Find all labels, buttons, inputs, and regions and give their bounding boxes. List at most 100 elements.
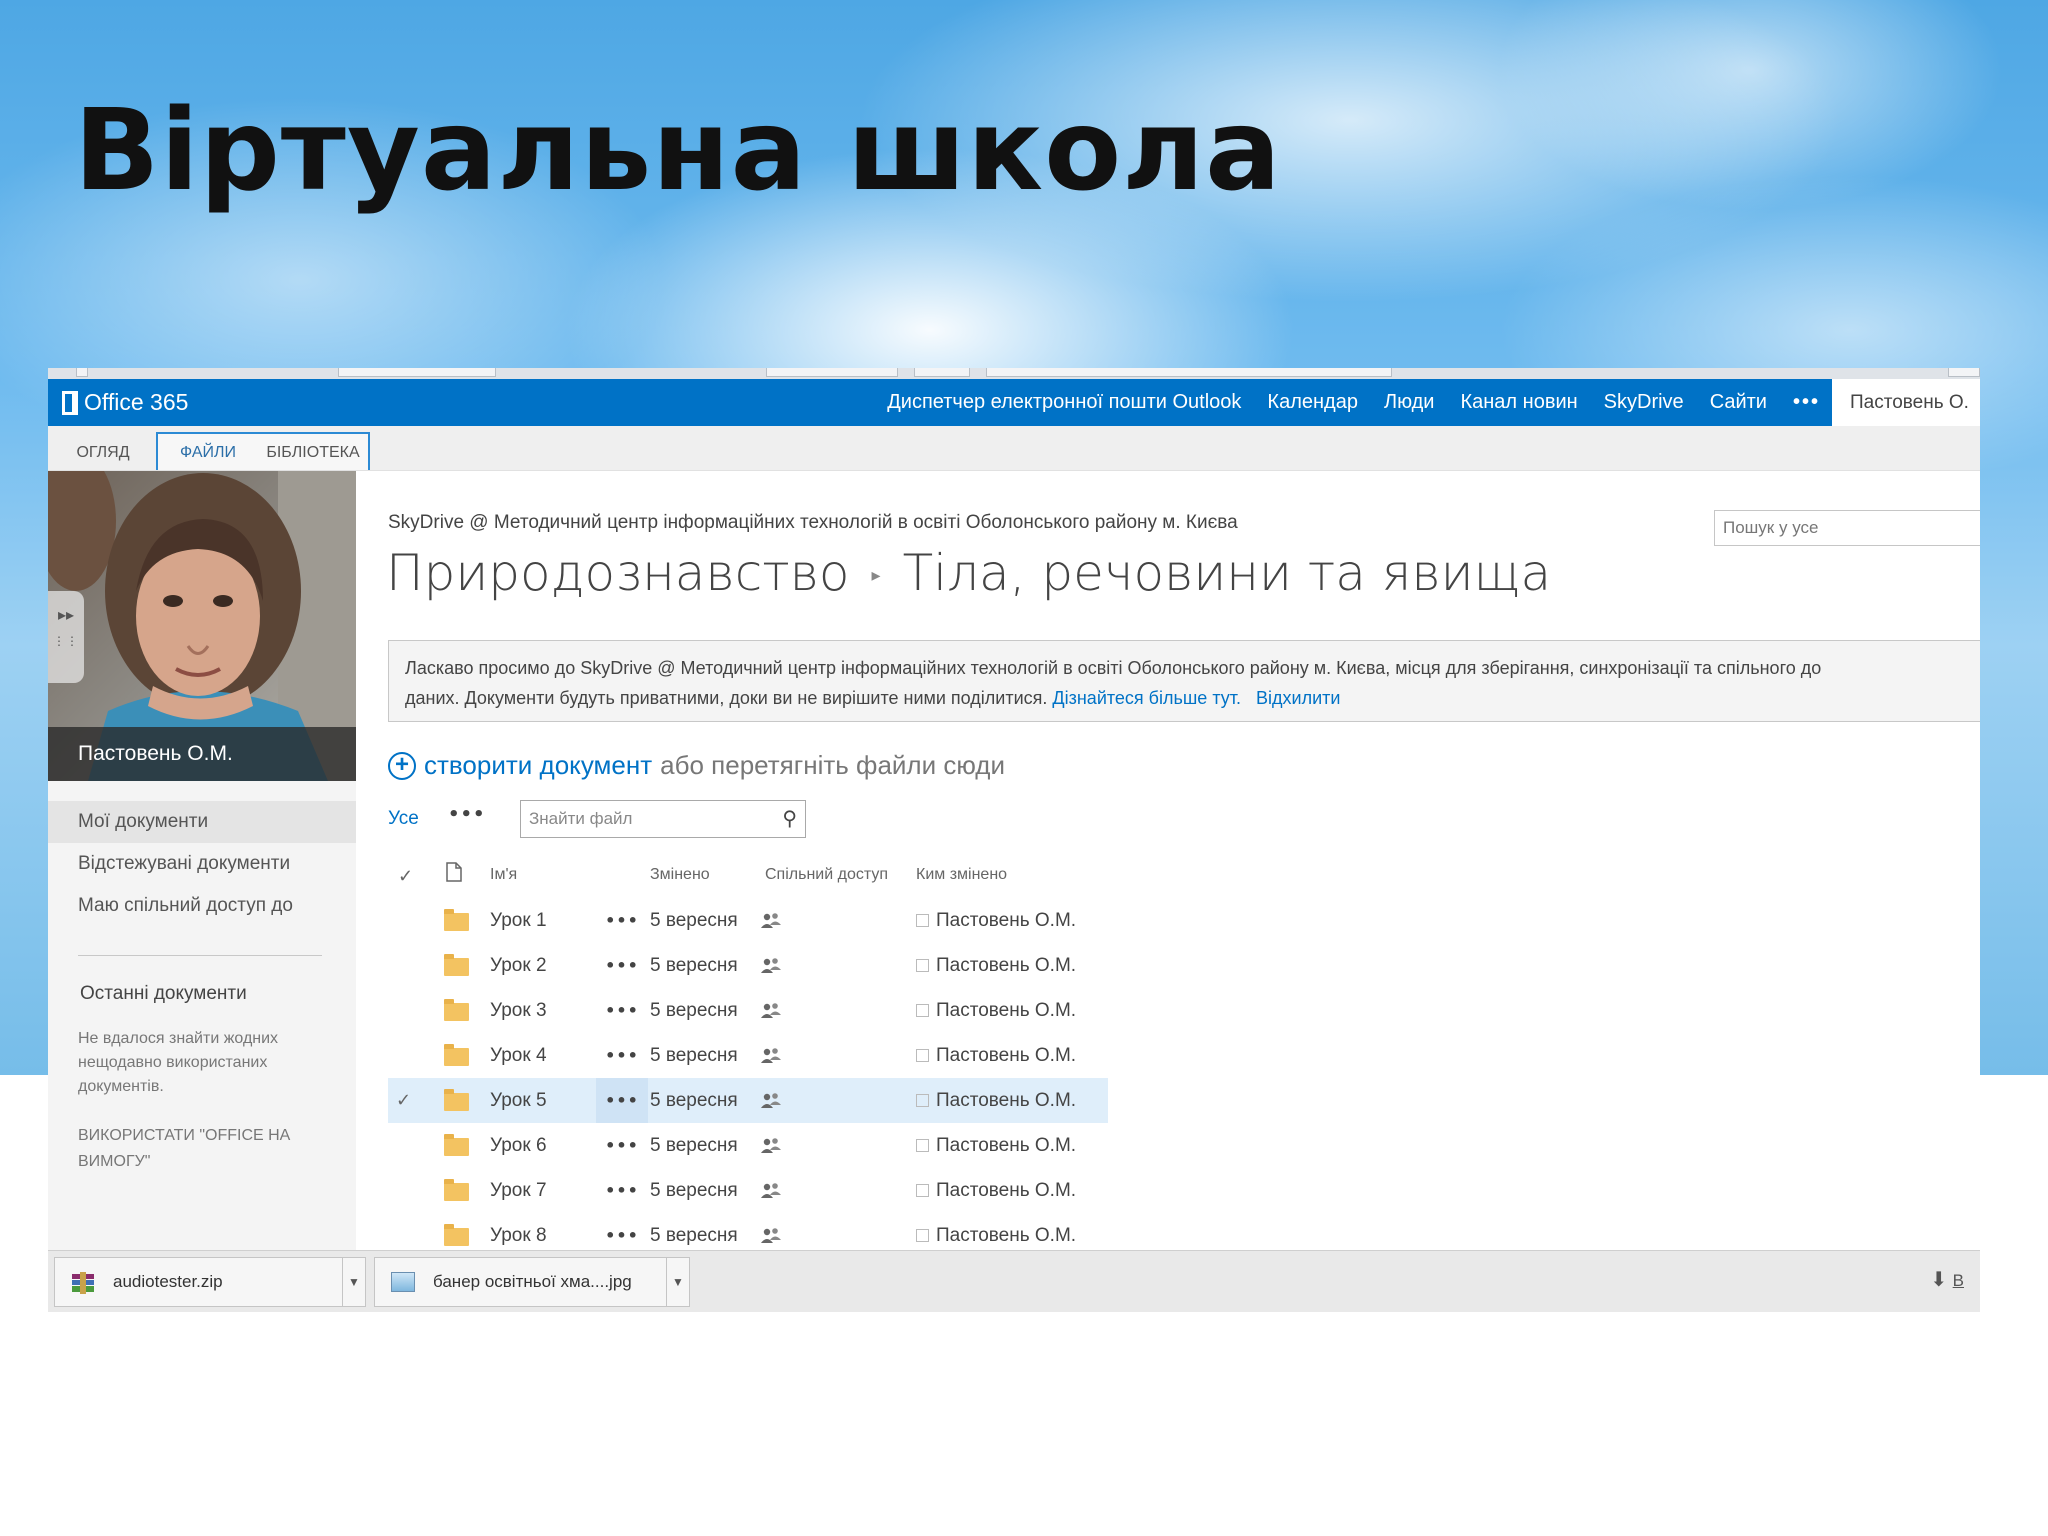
presence-checkbox[interactable] <box>916 1229 929 1242</box>
plus-circle-icon[interactable]: + <box>388 751 416 780</box>
browser-field[interactable] <box>766 368 898 377</box>
tab-library[interactable]: БІБЛІОТЕКА <box>258 436 368 470</box>
presence-checkbox[interactable] <box>916 1094 929 1107</box>
more-options-icon[interactable]: ••• <box>596 988 648 1033</box>
file-name[interactable]: Урок 5 <box>490 1078 547 1123</box>
left-pane: ▸▸ ⋮⋮ Пастовень О.М. Мої документи Відст… <box>48 471 356 1250</box>
download-item[interactable]: audiotester.zip ▼ <box>54 1257 366 1307</box>
user-name: Пастовень О.М. <box>48 727 356 781</box>
more-options-icon[interactable]: ••• <box>596 1123 648 1168</box>
view-all[interactable]: Усе <box>388 808 419 830</box>
recent-documents-empty: Не вдалося знайти жодних нещодавно викор… <box>78 1030 279 1095</box>
modified-by[interactable]: Пастовень О.М. <box>936 1078 1076 1123</box>
tab-browse[interactable]: ОГЛЯД <box>68 436 138 470</box>
browser-button[interactable] <box>76 368 88 377</box>
modified-date: 5 вересня <box>650 1135 738 1156</box>
file-name[interactable]: Урок 6 <box>490 1123 547 1168</box>
col-modified[interactable]: Змінено <box>650 866 710 884</box>
learn-more-link[interactable]: Дізнайтеся більше тут. <box>1052 688 1241 708</box>
table-row[interactable]: Урок 7 ••• 5 вересня Пастовень О.М. <box>388 1168 1108 1213</box>
office365-logo[interactable]: Office 365 <box>62 389 188 416</box>
modified-by[interactable]: Пастовень О.М. <box>936 1033 1076 1078</box>
presence-checkbox[interactable] <box>916 959 929 972</box>
file-name[interactable]: Урок 4 <box>490 1033 547 1078</box>
suite-more-icon[interactable]: ••• <box>1793 391 1820 414</box>
dismiss-link[interactable]: Відхилити <box>1256 688 1340 708</box>
people-icon[interactable] <box>760 988 782 1033</box>
office-logo-icon <box>62 390 78 415</box>
double-chevron-right-icon: ▸▸ <box>57 605 75 624</box>
presence-checkbox[interactable] <box>916 1184 929 1197</box>
table-row[interactable]: Урок 3 ••• 5 вересня Пастовень О.М. <box>388 988 1108 1033</box>
modified-date: 5 вересня <box>650 1090 738 1111</box>
presence-checkbox[interactable] <box>916 1004 929 1017</box>
suite-link-skydrive[interactable]: SkyDrive <box>1604 391 1684 414</box>
modified-by[interactable]: Пастовень О.М. <box>936 1168 1076 1213</box>
show-all-downloads[interactable]: ⬇ В <box>1930 1267 1964 1292</box>
more-options-icon[interactable]: ••• <box>596 1033 648 1078</box>
people-icon[interactable] <box>760 1123 782 1168</box>
file-name[interactable]: Урок 7 <box>490 1168 547 1213</box>
more-options-icon[interactable]: ••• <box>596 1078 648 1123</box>
table-row[interactable]: Урок 1 ••• 5 вересня Пастовень О.М. <box>388 898 1108 943</box>
breadcrumb-parent[interactable]: Природознавство <box>386 544 850 602</box>
people-icon[interactable] <box>760 1078 782 1123</box>
more-options-icon[interactable]: ••• <box>596 1168 648 1213</box>
suite-link-people[interactable]: Люди <box>1384 391 1435 414</box>
nav-followed-documents[interactable]: Відстежувані документи <box>48 843 356 885</box>
chevron-down-icon[interactable]: ▼ <box>342 1258 365 1306</box>
presence-checkbox[interactable] <box>916 1049 929 1062</box>
suite-link-calendar[interactable]: Календар <box>1267 391 1358 414</box>
office-on-demand-link[interactable]: ВИКОРИСТАТИ "OFFICE НА ВИМОГУ" <box>78 1123 328 1175</box>
modified-date: 5 вересня <box>650 1000 738 1021</box>
file-name[interactable]: Урок 1 <box>490 898 547 943</box>
table-row[interactable]: Урок 4 ••• 5 вересня Пастовень О.М. <box>388 1033 1108 1078</box>
download-item[interactable]: банер освітньої хма....jpg ▼ <box>374 1257 690 1307</box>
search-icon[interactable]: ⚲ <box>782 801 797 837</box>
select-all-check-icon[interactable]: ✓ <box>398 866 413 887</box>
nav-my-documents[interactable]: Мої документи <box>48 801 356 843</box>
browser-field[interactable] <box>338 368 496 377</box>
download-arrow-icon: ⬇ <box>1930 1269 1948 1291</box>
site-breadcrumb[interactable]: SkyDrive @ Методичний центр інформаційни… <box>388 512 1238 534</box>
suite-user-menu[interactable]: Пастовень О. <box>1832 379 1980 426</box>
table-row[interactable]: Урок 6 ••• 5 вересня Пастовень О.М. <box>388 1123 1108 1168</box>
people-icon[interactable] <box>760 898 782 943</box>
row-check-icon[interactable]: ✓ <box>396 1078 411 1123</box>
modified-date: 5 вересня <box>650 955 738 976</box>
people-icon[interactable] <box>760 1033 782 1078</box>
people-icon[interactable] <box>760 943 782 988</box>
nav-shared-with-me[interactable]: Маю спільний доступ до <box>48 885 356 927</box>
file-name[interactable]: Урок 3 <box>490 988 547 1033</box>
chevron-down-icon[interactable]: ▼ <box>666 1258 689 1306</box>
people-icon[interactable] <box>760 1168 782 1213</box>
more-options-icon[interactable]: ••• <box>596 898 648 943</box>
table-row[interactable]: ✓ Урок 5 ••• 5 вересня Пастовень О.М. <box>388 1078 1108 1123</box>
more-options-icon[interactable]: ••• <box>596 943 648 988</box>
find-file-input[interactable]: Знайти файл ⚲ <box>520 800 806 838</box>
suite-link-sites[interactable]: Сайти <box>1710 391 1767 414</box>
presence-checkbox[interactable] <box>916 1139 929 1152</box>
new-document-link[interactable]: створити документ <box>424 750 652 781</box>
view-more-icon[interactable]: ••• <box>448 804 486 825</box>
presence-checkbox[interactable] <box>916 914 929 927</box>
ribbon: ОГЛЯД ФАЙЛИ БІБЛІОТЕКА <box>48 426 1980 471</box>
suite-link-outlook[interactable]: Диспетчер електронної пошти Outlook <box>887 391 1241 414</box>
table-row[interactable]: Урок 2 ••• 5 вересня Пастовень О.М. <box>388 943 1108 988</box>
browser-button[interactable] <box>914 368 970 377</box>
collapse-handle[interactable]: ▸▸ ⋮⋮ <box>48 591 84 683</box>
col-modified-by[interactable]: Ким змінено <box>916 866 1007 884</box>
file-name[interactable]: Урок 2 <box>490 943 547 988</box>
col-name[interactable]: Ім'я <box>490 866 517 884</box>
modified-by[interactable]: Пастовень О.М. <box>936 943 1076 988</box>
modified-by[interactable]: Пастовень О.М. <box>936 988 1076 1033</box>
browser-address-field[interactable] <box>986 368 1392 377</box>
folder-icon <box>444 1044 469 1066</box>
tab-files[interactable]: ФАЙЛИ <box>166 436 250 470</box>
suite-link-newsfeed[interactable]: Канал новин <box>1460 391 1577 414</box>
modified-by[interactable]: Пастовень О.М. <box>936 898 1076 943</box>
modified-by[interactable]: Пастовень О.М. <box>936 1123 1076 1168</box>
search-everything-input[interactable]: Пошук у усе <box>1714 510 1980 546</box>
browser-button[interactable] <box>1948 368 1980 377</box>
col-sharing[interactable]: Спільний доступ <box>765 866 888 884</box>
